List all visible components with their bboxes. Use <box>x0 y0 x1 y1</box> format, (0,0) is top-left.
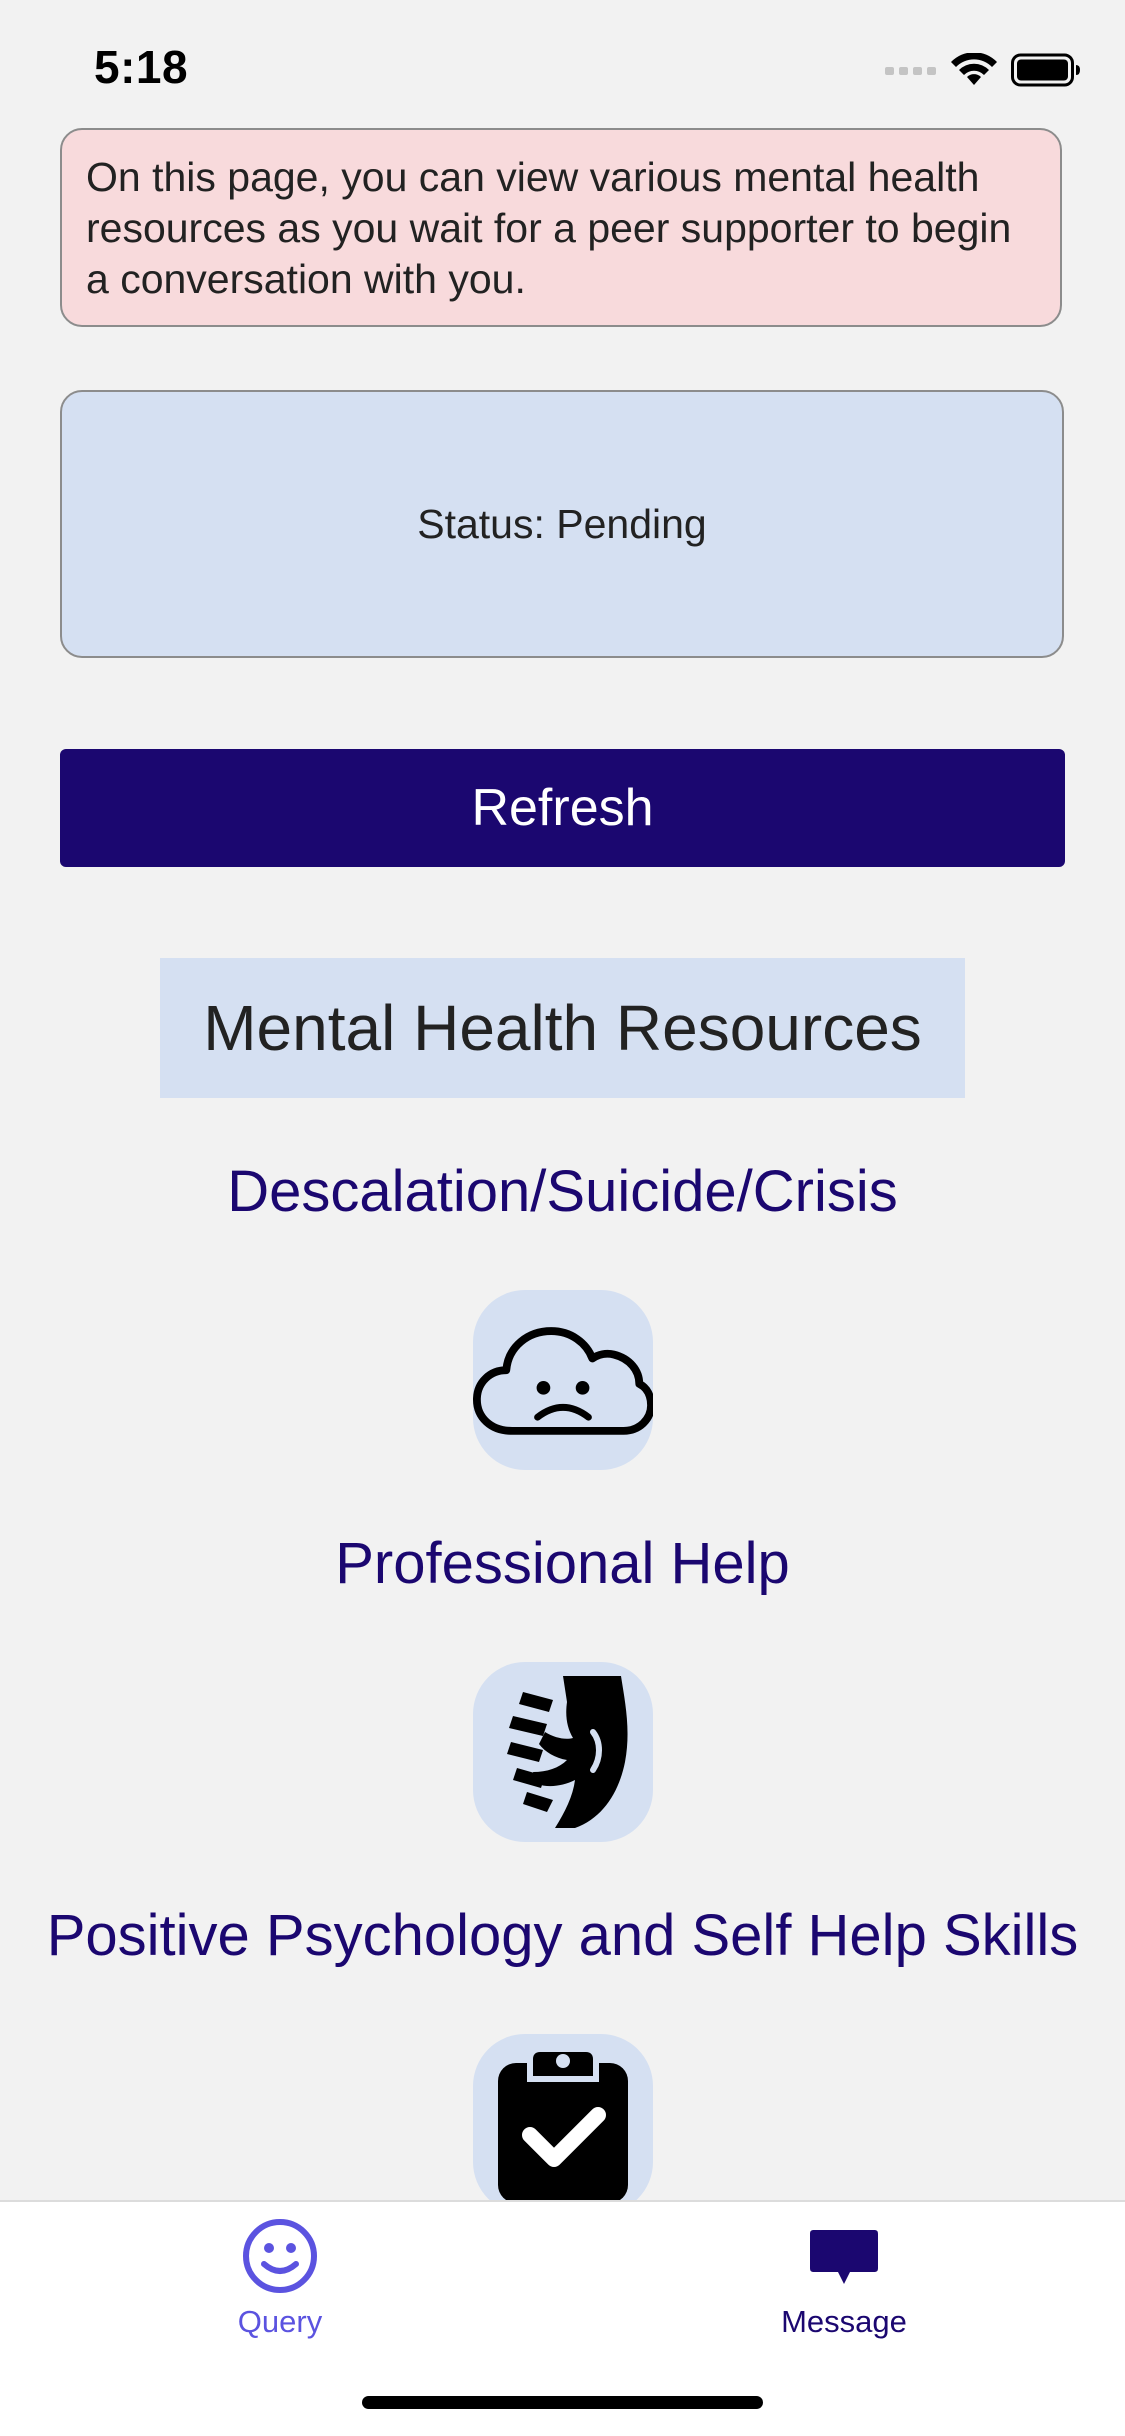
resource-link-crisis[interactable]: Descalation/Suicide/Crisis <box>0 1158 1125 1225</box>
resource-link-professional-help[interactable]: Professional Help <box>0 1530 1125 1597</box>
resource-button-professional-help[interactable] <box>473 1662 653 1842</box>
info-banner: On this page, you can view various menta… <box>60 128 1062 327</box>
status-text: Status: Pending <box>417 500 707 547</box>
resources-heading-text: Mental Health Resources <box>203 992 922 1064</box>
resource-link-positive-psychology[interactable]: Positive Psychology and Self Help Skills <box>0 1902 1125 1969</box>
tab-message-label: Message <box>781 2304 907 2339</box>
refresh-button-label: Refresh <box>471 779 654 837</box>
resource-button-positive-psychology[interactable] <box>473 2034 653 2214</box>
wifi-icon <box>951 53 997 85</box>
resources-heading: Mental Health Resources <box>160 958 965 1098</box>
helping-hand-icon <box>507 1676 628 1828</box>
cellular-signal-icon <box>885 67 936 75</box>
tab-query[interactable]: Query <box>130 2216 430 2340</box>
tab-message[interactable]: Message <box>694 2216 994 2340</box>
message-icon <box>810 2230 878 2284</box>
status-card: Status: Pending <box>60 390 1064 658</box>
clipboard-check-icon <box>498 2046 628 2203</box>
resource-button-crisis[interactable] <box>473 1290 653 1470</box>
sad-cloud-icon <box>473 1327 653 1435</box>
screen: 5:18 On this page, you can view various … <box>0 0 1125 2436</box>
refresh-button[interactable]: Refresh <box>60 749 1065 867</box>
tab-query-label: Query <box>237 2304 323 2339</box>
home-indicator <box>362 2396 763 2409</box>
smiley-icon <box>243 2219 317 2293</box>
battery-icon <box>1011 53 1080 87</box>
status-icons <box>885 50 1081 90</box>
status-bar: 5:18 <box>0 0 1125 130</box>
status-time: 5:18 <box>94 41 189 93</box>
